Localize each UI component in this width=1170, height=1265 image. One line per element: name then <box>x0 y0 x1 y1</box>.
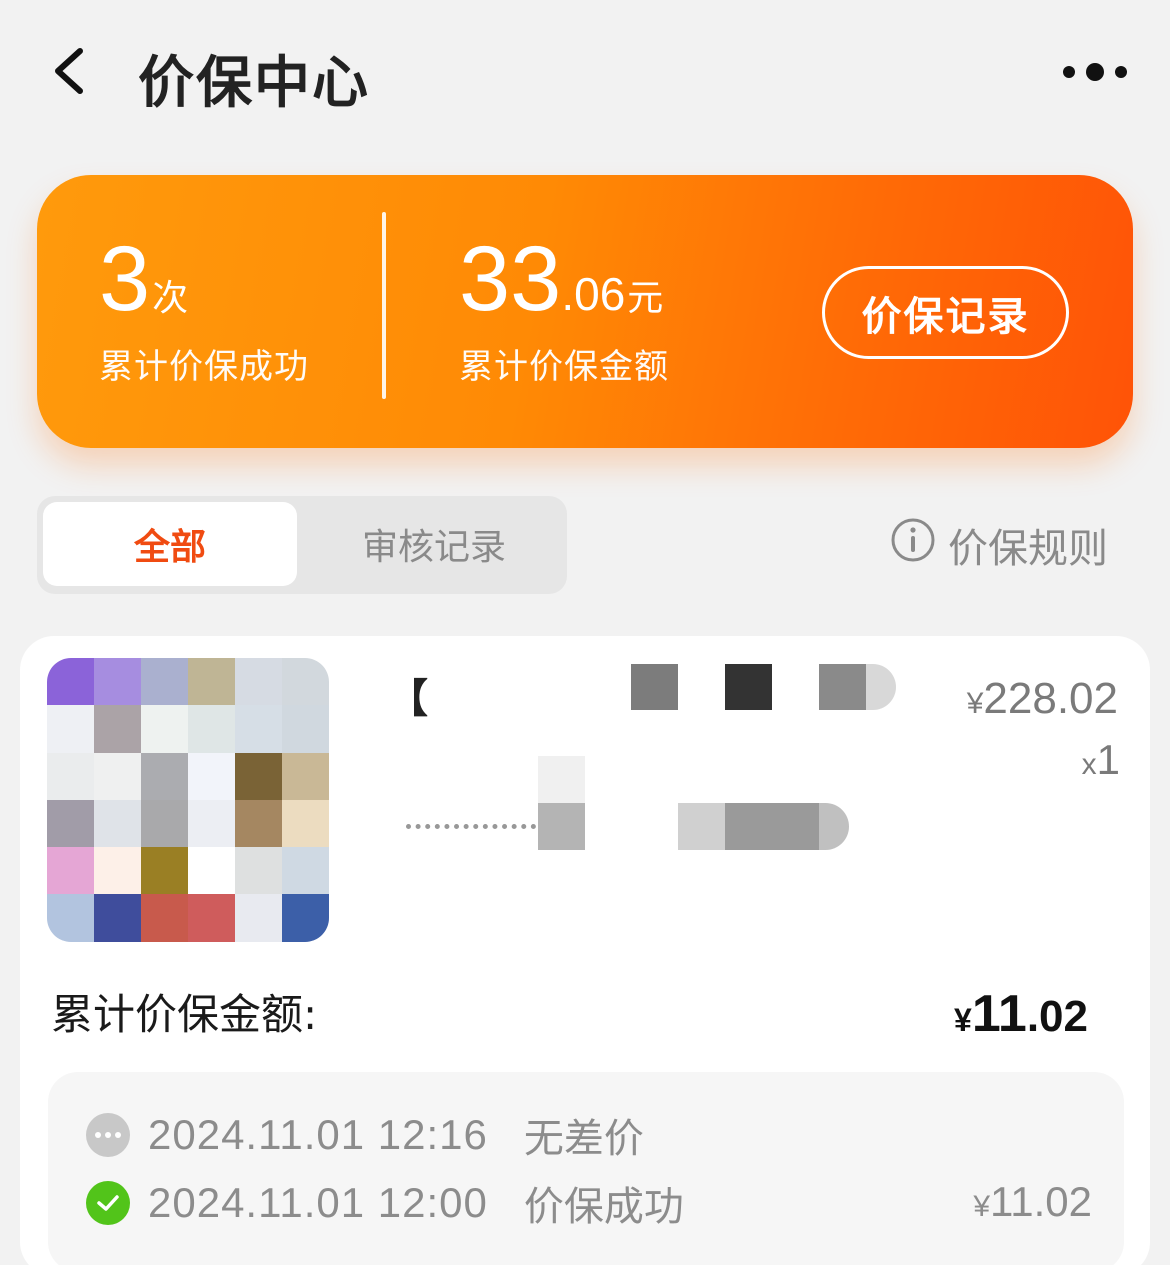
log-time: 2024.11.01 12:16 <box>148 1111 488 1158</box>
log-row: 2024.11.01 12:00 价保成功 <box>86 1178 684 1230</box>
total-amount-integer: 33 <box>459 228 562 330</box>
product-total-value: ¥11.02 <box>954 985 1088 1043</box>
product-title-visible: 【 <box>388 676 428 722</box>
back-icon[interactable] <box>50 45 90 97</box>
price-protection-log: 2024.11.01 12:16 无差价 2024.11.01 12:00 价保… <box>48 1072 1124 1265</box>
summary-divider <box>382 212 386 399</box>
page-title: 价保中心 <box>138 51 370 116</box>
success-count-stat: 3次 累计价保成功 <box>99 233 309 388</box>
tab-all[interactable]: 全部 <box>43 502 297 586</box>
rules-label: 价保规则 <box>948 526 1108 572</box>
rules-link[interactable]: 价保规则 <box>890 517 1108 573</box>
price-protection-page: 价保中心 3次 累计价保成功 33.06元 累计价保金额 价保记录 全部 审核记… <box>0 0 1170 1265</box>
tab-review-records[interactable]: 审核记录 <box>307 502 561 586</box>
top-nav-bar: 价保中心 <box>0 0 1170 145</box>
total-amount-unit: 元 <box>627 278 664 319</box>
info-icon <box>890 517 948 573</box>
product-title-pixelated: 【 <box>386 664 896 854</box>
total-amount-decimal: .06 <box>561 268 626 320</box>
product-quantity: x1 <box>1081 736 1120 783</box>
total-amount-stat: 33.06元 累计价保金额 <box>459 233 669 388</box>
product-thumbnail[interactable] <box>47 658 329 942</box>
log-amount: ¥11.02 <box>973 1178 1092 1225</box>
product-price: ¥228.02 <box>966 674 1118 723</box>
summary-card: 3次 累计价保成功 33.06元 累计价保金额 价保记录 <box>37 175 1133 448</box>
more-options-icon[interactable] <box>1058 56 1130 88</box>
success-check-icon <box>86 1181 130 1225</box>
success-count: 3 <box>99 228 151 330</box>
product-total-label: 累计价保金额: <box>51 990 318 1039</box>
pending-icon <box>86 1113 130 1157</box>
log-status: 价保成功 <box>523 1184 684 1230</box>
success-count-unit: 次 <box>152 278 189 319</box>
product-card[interactable]: 【 ¥228.02 x1 累计价保金额: ¥11.02 2024.11.01 1… <box>20 636 1150 1265</box>
success-count-label: 累计价保成功 <box>99 347 309 387</box>
log-status: 无差价 <box>523 1116 644 1162</box>
price-protection-record-button[interactable]: 价保记录 <box>822 266 1069 359</box>
log-time: 2024.11.01 12:00 <box>148 1179 488 1226</box>
log-row: 2024.11.01 12:16 无差价 <box>86 1110 644 1162</box>
total-amount-label: 累计价保金额 <box>459 347 669 387</box>
filter-tabs: 全部 审核记录 <box>37 496 567 594</box>
